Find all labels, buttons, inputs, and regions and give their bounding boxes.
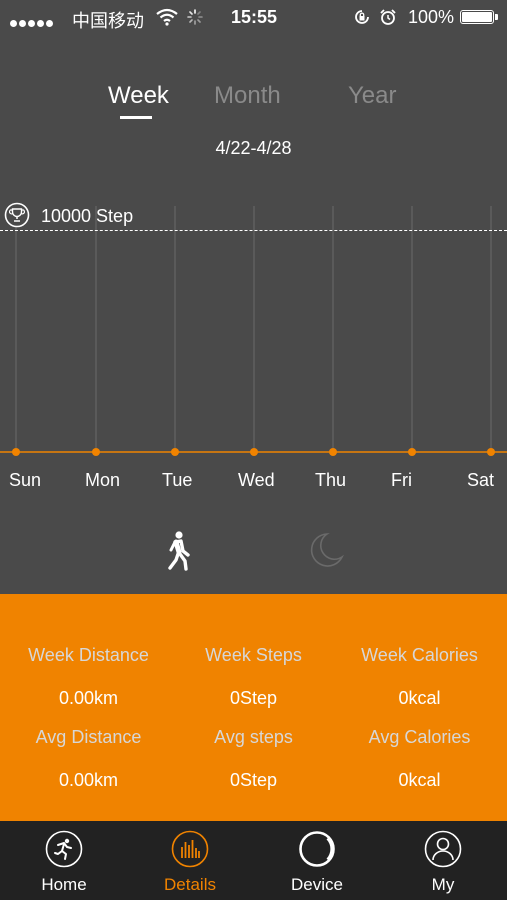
tab-device[interactable]: Device: [254, 821, 380, 900]
data-point-tue[interactable]: [171, 448, 179, 456]
data-point-fri[interactable]: [408, 448, 416, 456]
trophy-icon: [4, 202, 30, 233]
data-point-sun[interactable]: [12, 448, 20, 456]
goal-label: 10000 Step: [41, 206, 134, 226]
avg-calories-label: Avg Calories: [368, 727, 471, 747]
week-steps-value: 0Step: [229, 688, 278, 708]
bar-chart-icon: [171, 830, 209, 873]
x-tick-tue: Tue: [162, 470, 193, 490]
x-tick-thu: Thu: [315, 470, 347, 490]
x-tick-sat: Sat: [467, 470, 495, 490]
week-calories-value: 0kcal: [398, 688, 441, 708]
tab-my[interactable]: My: [380, 821, 506, 900]
avg-distance-value: 0.00km: [58, 770, 119, 790]
tab-device-label: Device: [291, 875, 343, 894]
data-point-thu[interactable]: [329, 448, 337, 456]
goal-line: [0, 230, 507, 231]
data-point-mon[interactable]: [92, 448, 100, 456]
avg-calories-value: 0kcal: [398, 770, 441, 790]
tab-home-label: Home: [41, 875, 87, 894]
week-steps-label: Week Steps: [205, 645, 302, 665]
avg-steps-label: Avg steps: [214, 727, 293, 747]
bottom-tab-bar: Home Details Device My: [0, 821, 507, 900]
device-circle-icon: [298, 830, 336, 873]
person-icon: [424, 830, 462, 873]
tab-home[interactable]: Home: [1, 821, 127, 900]
avg-distance-label: Avg Distance: [35, 727, 142, 747]
x-tick-wed: Wed: [238, 470, 275, 490]
avg-steps-value: 0Step: [229, 770, 278, 790]
stats-panel: Week Distance Week Steps Week Calories 0…: [0, 594, 507, 821]
x-tick-sun: Sun: [9, 470, 42, 490]
walking-person-icon[interactable]: [164, 530, 192, 577]
runner-icon: [45, 830, 83, 873]
x-tick-fri: Fri: [391, 470, 412, 490]
week-distance-value: 0.00km: [58, 688, 119, 708]
week-calories-label: Week Calories: [361, 645, 478, 665]
data-point-sat[interactable]: [487, 448, 495, 456]
x-tick-mon: Mon: [85, 470, 121, 490]
tab-my-label: My: [431, 875, 455, 894]
steps-chart: [0, 206, 507, 456]
moon-icon[interactable]: [305, 530, 345, 577]
tab-details[interactable]: Details: [127, 821, 253, 900]
tab-details-label: Details: [164, 875, 216, 894]
data-point-wed[interactable]: [250, 448, 258, 456]
week-distance-label: Week Distance: [28, 645, 149, 665]
